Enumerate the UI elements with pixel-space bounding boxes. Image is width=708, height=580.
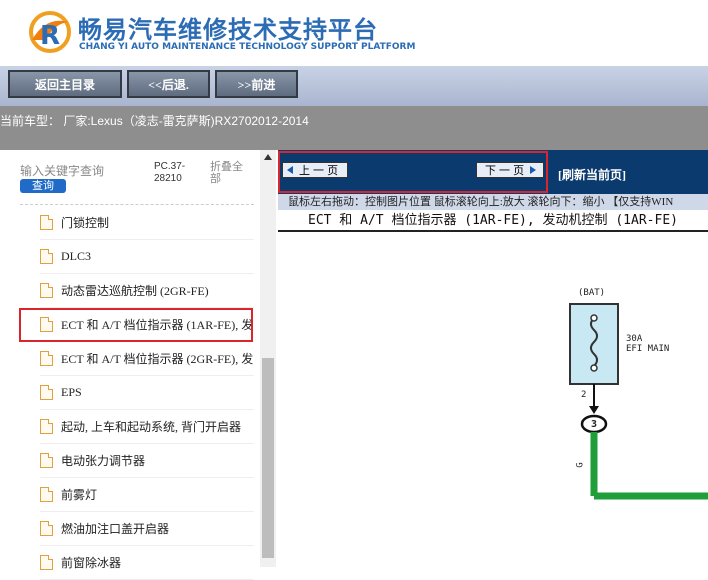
file-icon — [40, 249, 53, 264]
tree-item-label: 燃油加注口盖开启器 — [61, 522, 170, 536]
collapse-all-link[interactable]: 折叠全部 — [210, 161, 250, 185]
tree-item[interactable]: 前雾灯 — [40, 478, 254, 512]
wire-color-label: G — [575, 462, 586, 468]
pc-number: PC.37-28210 — [154, 161, 186, 184]
wiring-diagram[interactable]: (BAT) 30A EFI MAIN 2 3 G — [278, 234, 708, 567]
diagram-viewer: 上 一 页 下 一 页 [刷新当前页] 鼠标左右拖动：控制图片位置 鼠标滚轮向上… — [278, 150, 708, 567]
svg-text:R: R — [40, 21, 60, 51]
fuse-name-label: EFI MAIN — [626, 344, 670, 354]
tree-item-label: ECT 和 A/T 档位指示器 (2GR-FE), 发 — [61, 352, 254, 366]
back-to-main-button[interactable]: 返回主目录 — [8, 70, 122, 98]
tree-item-label: 起动, 上车和起动系统, 背门开启器 — [61, 420, 242, 434]
viewer-toolbar: 上 一 页 下 一 页 [刷新当前页] — [278, 150, 708, 194]
file-icon — [40, 487, 53, 502]
tree-item[interactable]: EPS — [40, 376, 254, 410]
status-bar: 当前车型： 厂家:Lexus（凌志-雷克萨斯)RX2702012-2014 — [0, 106, 708, 150]
file-icon — [40, 555, 53, 570]
divider — [20, 204, 254, 205]
tree-item[interactable]: DLC3 — [40, 240, 254, 274]
wiring-diagram-svg — [569, 303, 708, 500]
arrow-down-icon — [589, 406, 599, 414]
usage-hint: 鼠标左右拖动：控制图片位置 鼠标滚轮向上:放大 滚轮向下：缩小 【仅支持WIN — [278, 194, 708, 210]
search-button[interactable]: 查询 — [20, 179, 66, 193]
refresh-page-link[interactable]: [刷新当前页] — [558, 166, 626, 183]
tree-item[interactable]: 电动张力调节器 — [40, 444, 254, 478]
pin-number-label: 2 — [581, 390, 587, 400]
sidebar-scrollbar[interactable] — [260, 150, 276, 567]
file-icon — [40, 419, 53, 434]
brand-title: 畅易汽车维修技术支持平台 — [78, 16, 378, 44]
file-icon — [40, 385, 53, 400]
nav-bar: 返回主目录 <<后退. >>前进 — [0, 66, 708, 106]
search-input[interactable]: 输入关键字查询 — [20, 162, 104, 179]
file-icon — [40, 351, 53, 366]
tree-item[interactable]: ECT 和 A/T 档位指示器 (2GR-FE), 发 — [40, 342, 254, 376]
back-button[interactable]: <<后退. — [127, 70, 210, 98]
tree-item-label: 门锁控制 — [61, 216, 110, 230]
file-icon — [40, 283, 53, 298]
tree-item-label: EPS — [61, 385, 82, 399]
selection-highlight — [19, 308, 253, 342]
tree-item[interactable]: 燃油加注口盖开启器 — [40, 512, 254, 546]
fuse-amp-label: 30A — [626, 334, 643, 344]
tree-item-label: 动态雷达巡航控制 (2GR-FE) — [61, 284, 209, 298]
tree-item-label: 电动张力调节器 — [61, 454, 146, 468]
forward-button[interactable]: >>前进 — [215, 70, 298, 98]
scroll-up-arrow-icon[interactable] — [264, 154, 272, 160]
tree-item[interactable]: 起动, 上车和起动系统, 背门开启器 — [40, 410, 254, 444]
connector-number-label: 3 — [591, 419, 598, 430]
file-icon — [40, 215, 53, 230]
tree-item-label: 前窗除冰器 — [61, 556, 122, 570]
tree-item[interactable]: 门锁控制 — [40, 206, 254, 240]
tree-item-label: 前雾灯 — [61, 488, 98, 502]
tree-item[interactable]: 前窗除冰器 — [40, 546, 254, 580]
diagram-title: ECT 和 A/T 档位指示器 (1AR-FE), 发动机控制 (1AR-FE) — [278, 210, 708, 232]
bat-label: (BAT) — [578, 288, 606, 298]
pager-highlight — [278, 151, 548, 193]
brand-subtitle: CHANG YI AUTO MAINTENANCE TECHNOLOGY SUP… — [79, 42, 416, 52]
tree-item-label: DLC3 — [61, 249, 91, 263]
sidebar: 输入关键字查询 查询 PC.37-28210 折叠全部 门锁控制 DLC3 动态… — [0, 150, 276, 580]
app-header: R 畅易汽车维修技术支持平台 CHANG YI AUTO MAINTENANCE… — [0, 0, 708, 66]
tree-item[interactable]: 动态雷达巡航控制 (2GR-FE) — [40, 274, 254, 308]
current-model-text: 当前车型： 厂家:Lexus（凌志-雷克萨斯)RX2702012-2014 — [0, 114, 309, 128]
scroll-thumb[interactable] — [262, 358, 274, 558]
file-icon — [40, 521, 53, 536]
brand-logo: R — [29, 11, 71, 53]
file-icon — [40, 453, 53, 468]
